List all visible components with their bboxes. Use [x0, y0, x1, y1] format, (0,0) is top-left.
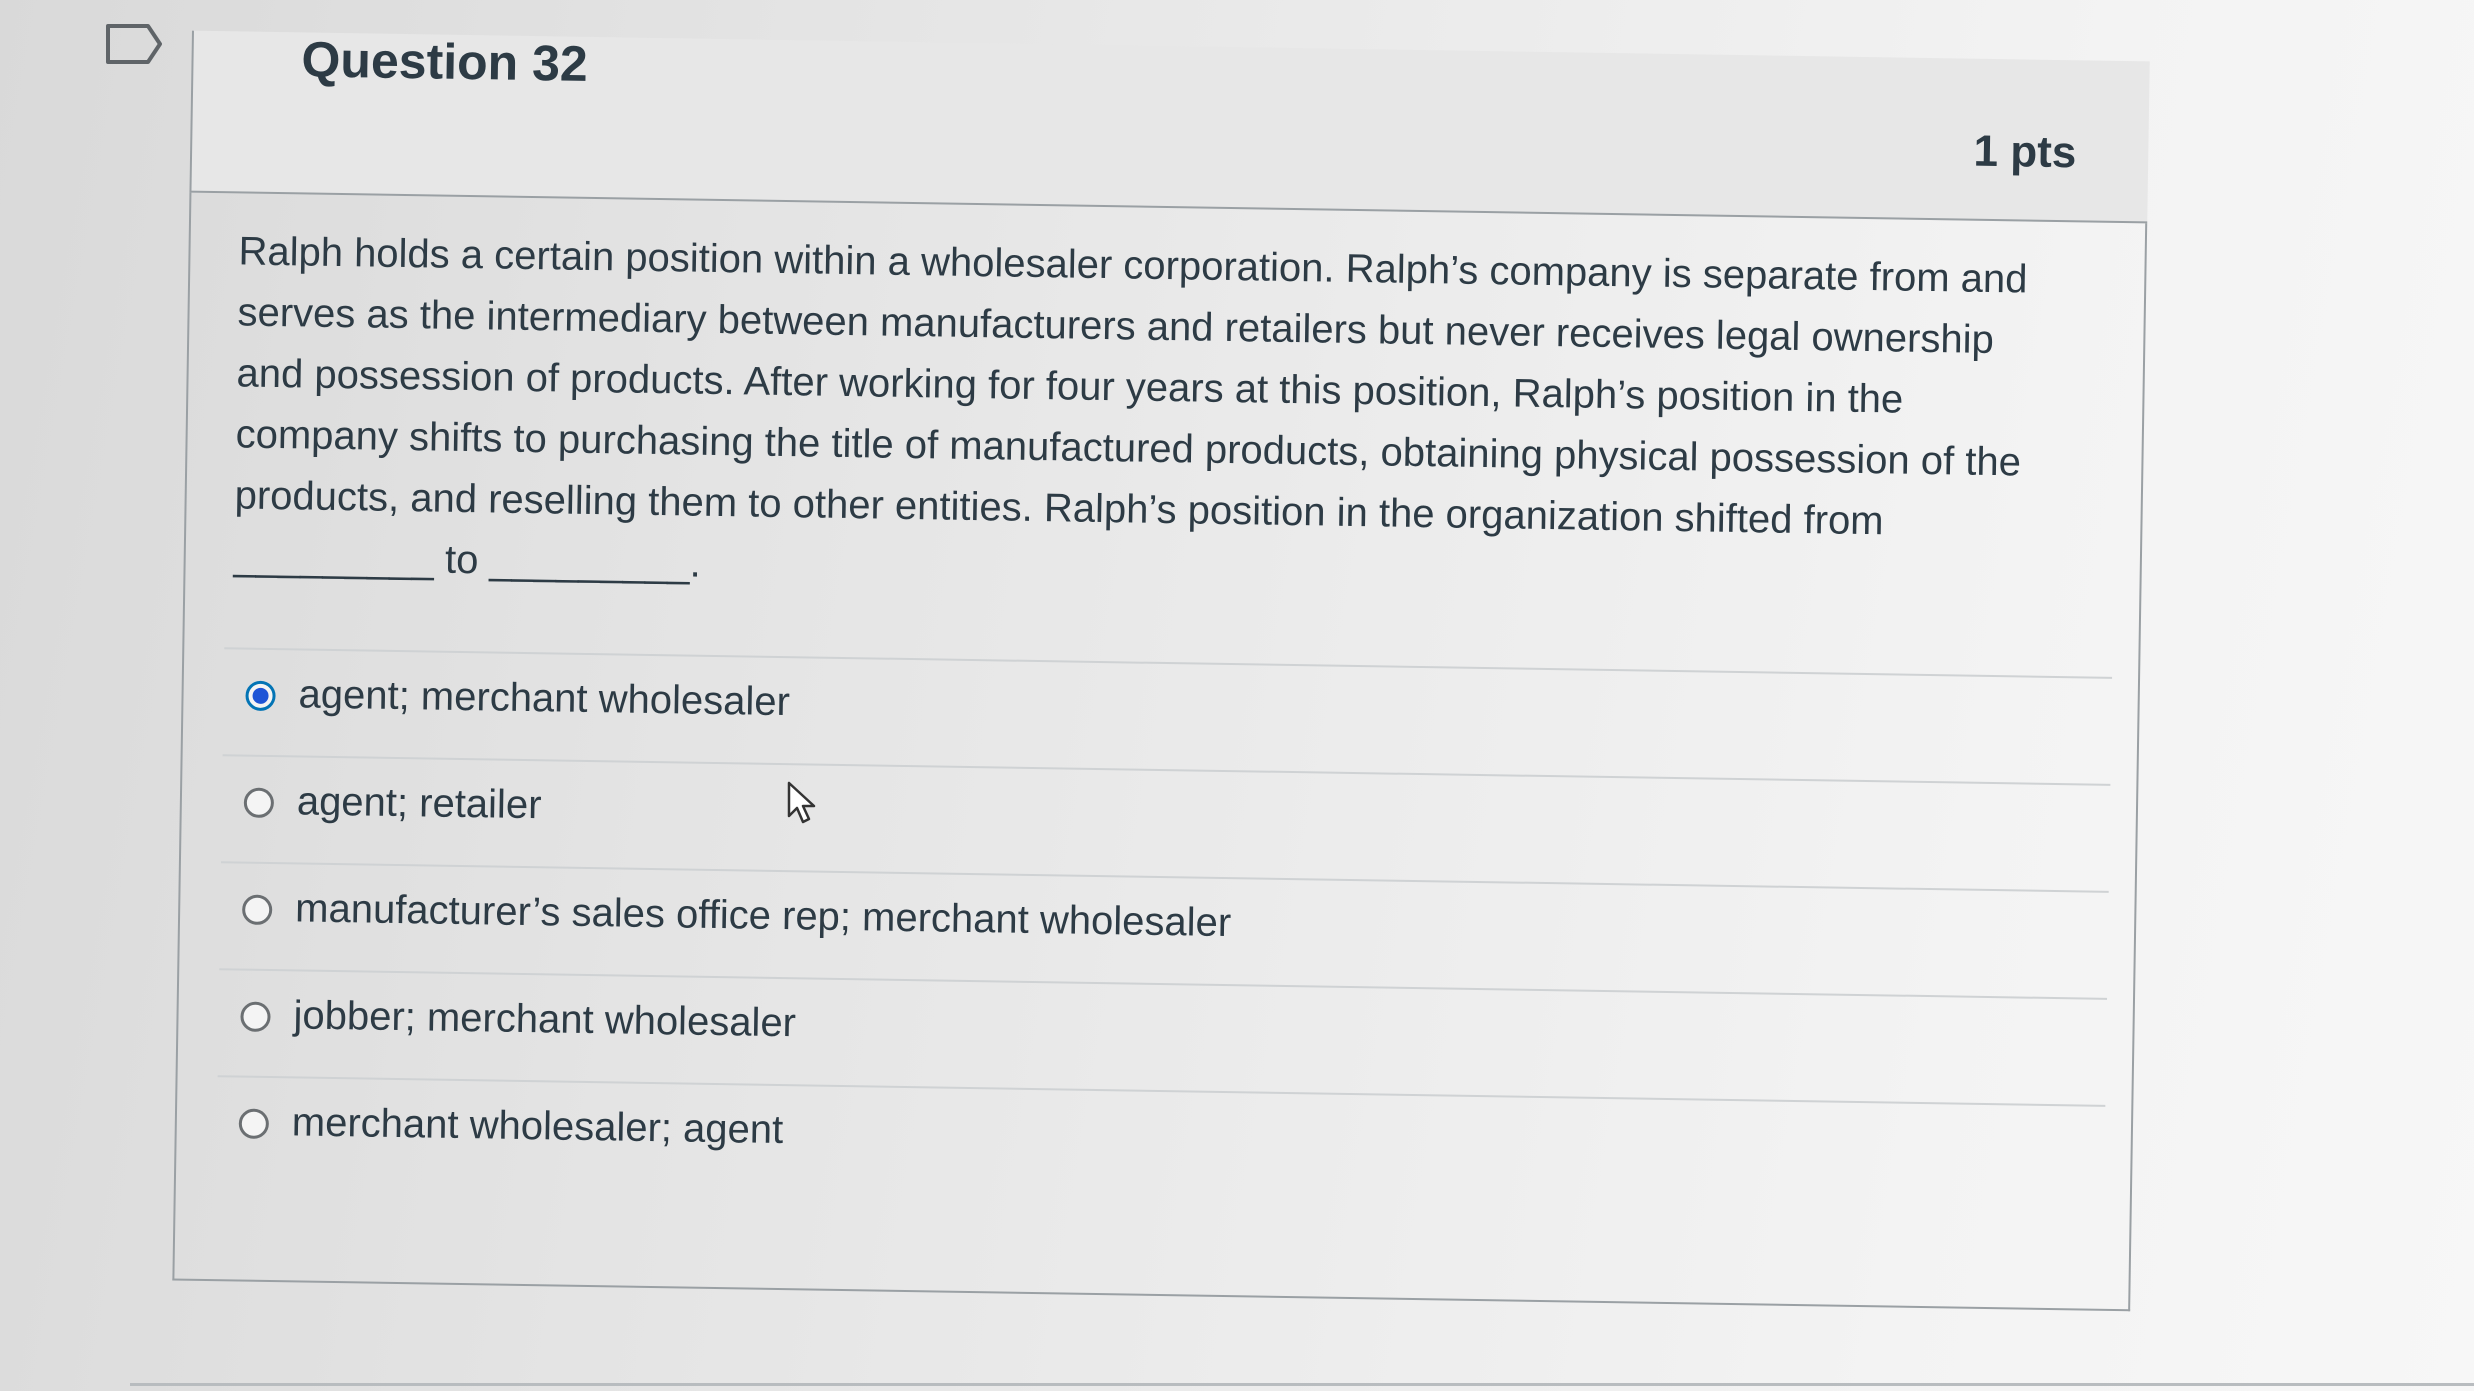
question-card: Question 32 1 pts Ralph holds a certain … — [130, 30, 2150, 1312]
mouse-pointer-icon — [787, 781, 816, 824]
answer-label[interactable]: agent; retailer — [297, 779, 542, 828]
question-title: Question 32 — [301, 31, 589, 92]
answer-label[interactable]: manufacturer’s sales office rep; merchan… — [295, 886, 1232, 946]
answer-label[interactable]: merchant wholesaler; agent — [291, 1100, 784, 1153]
radio-icon[interactable] — [241, 894, 273, 926]
question-points: 1 pts — [1973, 126, 2077, 178]
answer-list: agent; merchant wholesaler agent; retail… — [176, 647, 2142, 1213]
radio-icon[interactable] — [243, 787, 275, 819]
question-body: Ralph holds a certain position within a … — [172, 192, 2148, 1312]
radio-icon[interactable] — [238, 1108, 270, 1139]
radio-icon[interactable] — [240, 1001, 271, 1033]
question-header: Question 32 1 pts — [189, 30, 2150, 224]
radio-selected-icon[interactable] — [245, 680, 276, 712]
answer-label[interactable]: agent; merchant wholesaler — [298, 672, 790, 725]
answer-label[interactable]: jobber; merchant wholesaler — [293, 993, 796, 1046]
question-text: Ralph holds a certain position within a … — [233, 229, 2028, 586]
next-question-edge — [130, 1383, 2474, 1386]
